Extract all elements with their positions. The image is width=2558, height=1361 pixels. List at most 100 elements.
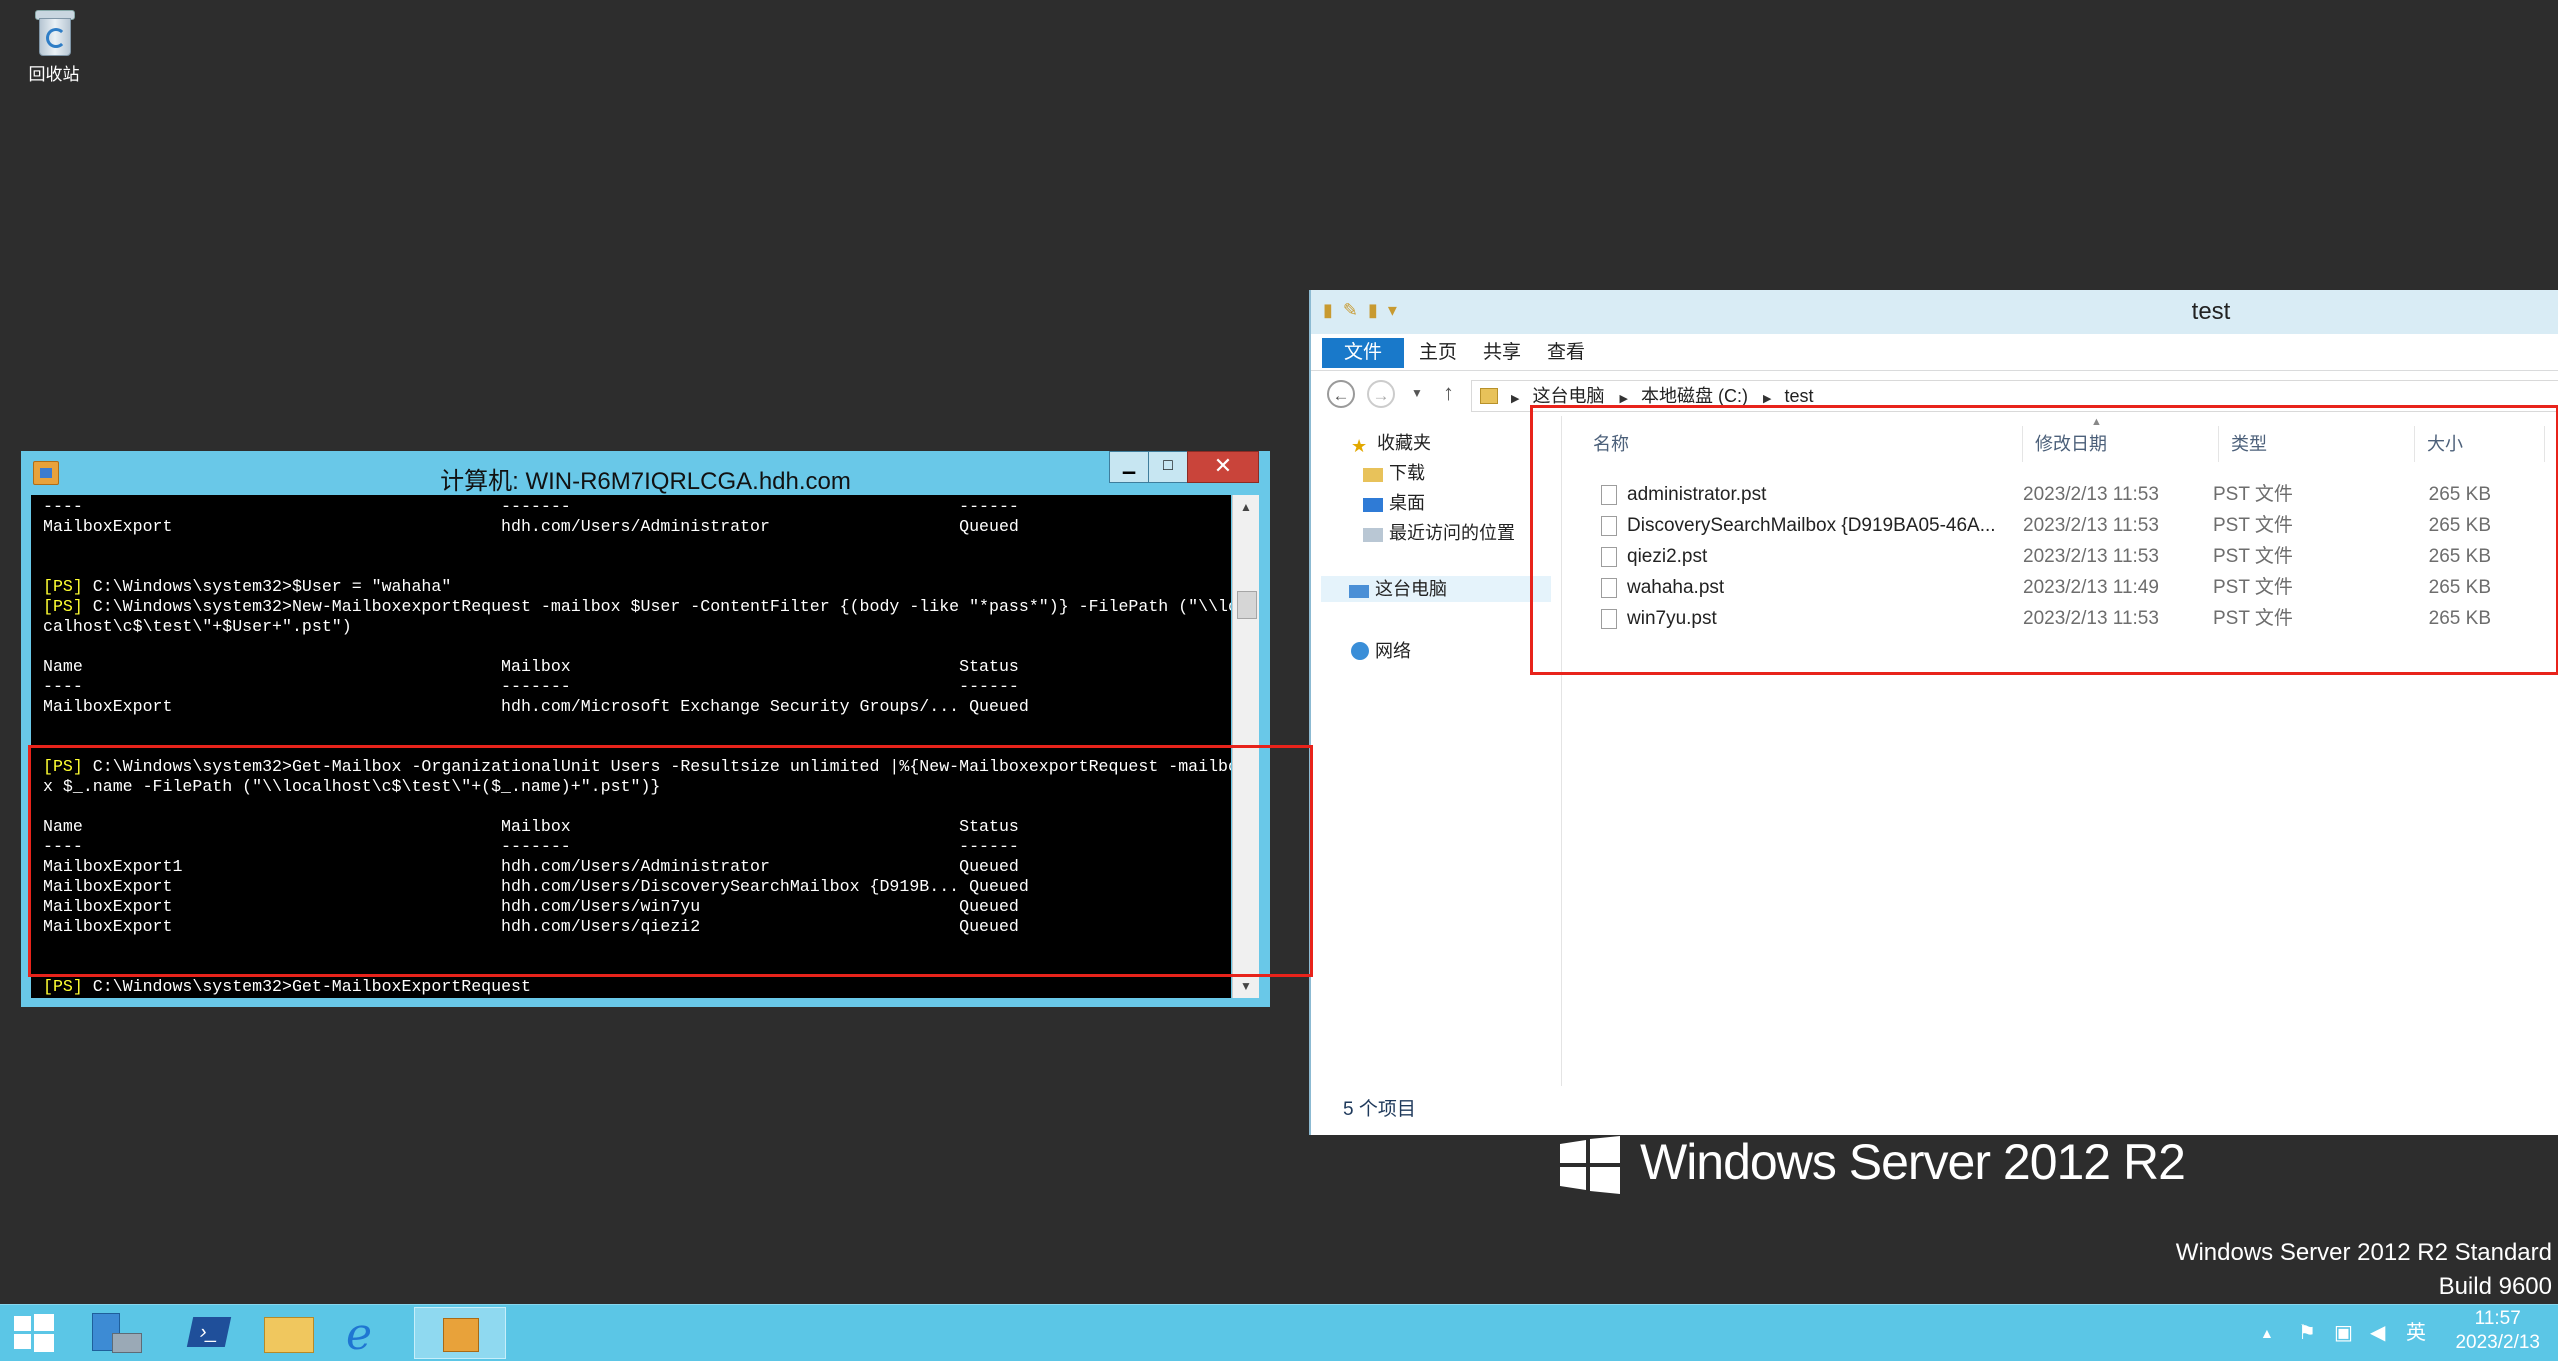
pst-file-icon	[1601, 516, 1617, 536]
file-name: wahaha.pst	[1627, 577, 1725, 598]
file-name: administrator.pst	[1627, 484, 1767, 505]
recycle-bin-icon	[35, 6, 75, 56]
file-explorer-icon	[264, 1317, 314, 1353]
volume-icon[interactable]: ◀	[2370, 1305, 2385, 1361]
computer-icon	[1349, 585, 1369, 598]
nav-network[interactable]: 网络	[1351, 638, 1411, 664]
clock-time: 11:57	[2474, 1308, 2521, 1329]
address-bar[interactable]: ▶ 这台电脑 ▶ 本地磁盘 (C:) ▶ test	[1471, 380, 2558, 412]
powershell-window[interactable]: 计算机: WIN-R6M7IQRLCGA.hdh.com ▁ □ ✕ ---- …	[21, 451, 1270, 1007]
start-button[interactable]	[0, 1307, 70, 1359]
tab-share[interactable]: 共享	[1483, 340, 1521, 366]
file-name: qiezi2.pst	[1627, 546, 1708, 567]
ime-indicator[interactable]: 英	[2406, 1305, 2426, 1361]
column-header-type[interactable]: 类型	[2219, 426, 2415, 462]
nav-recent[interactable]: 最近访问的位置	[1363, 520, 1515, 546]
recycle-bin-label: 回收站	[28, 65, 80, 84]
breadcrumb-local-disk[interactable]: 本地磁盘 (C:)	[1641, 381, 1748, 411]
breadcrumb-test[interactable]: test	[1785, 381, 1814, 411]
taskbar-file-explorer[interactable]	[246, 1307, 338, 1359]
file-size: 265 KB	[2428, 546, 2491, 567]
explorer-titlebar[interactable]: ▮✎▮▾ test	[1311, 290, 2558, 334]
system-clock[interactable]: 11:57 2023/2/13	[2455, 1307, 2540, 1355]
file-name: DiscoverySearchMailbox {D919BA05-46A...	[1627, 515, 1996, 536]
file-name: win7yu.pst	[1627, 608, 1717, 629]
nav-downloads[interactable]: 下载	[1363, 460, 1425, 486]
console-text: MailboxExport1 hdh.com/Users/Administrat…	[43, 857, 1019, 876]
powershell-title: 计算机: WIN-R6M7IQRLCGA.hdh.com	[440, 468, 851, 495]
console-scrollbar[interactable]: ▲ ▼	[1232, 495, 1259, 998]
pst-file-icon	[1601, 547, 1617, 567]
nav-favorites[interactable]: ★ 收藏夹	[1351, 430, 1431, 456]
breadcrumb-this-pc[interactable]: 这台电脑	[1533, 381, 1605, 411]
taskbar-powershell[interactable]: ›_	[164, 1307, 256, 1359]
console-output[interactable]: ---- ------- ------ MailboxExport hdh.com…	[31, 495, 1231, 998]
folder-icon	[1480, 388, 1498, 404]
build-number: Build 9600	[2438, 1273, 2552, 1300]
column-header-name[interactable]: 名称	[1581, 426, 2023, 462]
up-arrow-icon[interactable]: ↑	[1443, 380, 1454, 406]
nav-this-pc[interactable]: 这台电脑	[1321, 576, 1551, 602]
navigation-pane: ★ 收藏夹 下载 桌面 最近访问的位置 这台电脑 网络	[1311, 416, 1562, 1086]
file-row[interactable]: administrator.pst 2023/2/13 11:53 PST 文件 26…	[1561, 479, 2558, 510]
scroll-down-icon[interactable]: ▼	[1233, 974, 1259, 998]
network-status-icon[interactable]: ▣	[2334, 1305, 2353, 1361]
console-text: Name Mailbox Status	[43, 657, 1019, 676]
recycle-bin-shortcut[interactable]: 回收站	[18, 6, 90, 85]
file-size: 265 KB	[2428, 608, 2491, 629]
taskbar-server-manager[interactable]	[72, 1307, 164, 1359]
column-header-date[interactable]: 修改日期	[2023, 426, 2219, 462]
explorer-window[interactable]: ▮✎▮▾ test 文件 主页 共享 查看 ← → ▼ ↑ ▶ 这台电脑 ▶ 本…	[1309, 290, 2558, 1135]
close-button[interactable]: ✕	[1187, 451, 1259, 483]
pst-file-icon	[1601, 609, 1617, 629]
console-text: calhost\c$\test\"+$User+".pst")	[43, 617, 352, 636]
console-line: MailboxExport hdh.com/Users/Administrato…	[43, 517, 1019, 537]
recent-locations-icon[interactable]: ▼	[1411, 386, 1423, 400]
console-text: MailboxExport hdh.com/Users/win7yu Queue…	[43, 897, 1019, 916]
console-text: MailboxExport hdh.com/Users/Administrato…	[43, 517, 1019, 536]
action-center-icon[interactable]: ⚑	[2298, 1305, 2316, 1361]
console-text: C:\Windows\system32>New-MailboxexportReq…	[82, 597, 1231, 616]
scroll-thumb[interactable]	[1237, 591, 1257, 619]
tab-file[interactable]: 文件	[1322, 338, 1404, 368]
minimize-button[interactable]: ▁	[1109, 451, 1149, 483]
file-row[interactable]: qiezi2.pst 2023/2/13 11:53 PST 文件 265 KB	[1561, 541, 2558, 572]
taskbar-internet-explorer[interactable]: e	[328, 1307, 420, 1360]
file-row[interactable]: DiscoverySearchMailbox {D919BA05-46A... 2…	[1561, 510, 2558, 541]
clock-date: 2023/2/13	[2455, 1332, 2540, 1353]
show-hidden-icons-button[interactable]: ▲	[2260, 1305, 2274, 1361]
back-button[interactable]: ←	[1327, 380, 1355, 408]
file-row[interactable]: win7yu.pst 2023/2/13 11:53 PST 文件 265 KB	[1561, 603, 2558, 634]
star-icon: ★	[1351, 436, 1368, 456]
ps-prompt: [PS]	[43, 597, 83, 616]
file-row[interactable]: wahaha.pst 2023/2/13 11:49 PST 文件 265 KB	[1561, 572, 2558, 603]
edition-name: Windows Server 2012 R2 Standard	[2175, 1239, 2552, 1266]
tab-view[interactable]: 查看	[1547, 340, 1585, 366]
scroll-up-icon[interactable]: ▲	[1233, 495, 1259, 519]
pst-file-icon	[1601, 578, 1617, 598]
pst-file-icon	[1601, 485, 1617, 505]
product-name: Windows Server 2012 R2	[1640, 1134, 2186, 1190]
powershell-titlebar[interactable]: 计算机: WIN-R6M7IQRLCGA.hdh.com ▁ □ ✕	[21, 451, 1270, 495]
column-header-size[interactable]: 大小	[2415, 426, 2545, 462]
console-text: C:\Windows\system32>Get-Mailbox -Organiz…	[82, 757, 1231, 776]
console-line: MailboxExport hdh.com/Users/qiezi2 Queue…	[43, 917, 1019, 937]
console-line: Name Mailbox Status	[43, 657, 1019, 677]
ps-prompt: [PS]	[43, 577, 83, 596]
console-text: MailboxExport hdh.com/Users/DiscoverySea…	[43, 877, 1029, 896]
file-size: 265 KB	[2428, 577, 2491, 598]
internet-explorer-icon: e	[346, 1309, 373, 1360]
console-line: ---- ------- ------	[43, 497, 1019, 517]
ps-prompt: [PS]	[43, 757, 83, 776]
tab-home[interactable]: 主页	[1419, 340, 1457, 366]
console-line: calhost\c$\test\"+$User+".pst")	[43, 617, 352, 637]
maximize-button[interactable]: □	[1148, 451, 1188, 483]
file-date: 2023/2/13 11:53	[2023, 546, 2159, 567]
taskbar-remote-powershell[interactable]	[414, 1307, 506, 1359]
powershell-icon: ›_	[186, 1317, 232, 1347]
nav-desktop[interactable]: 桌面	[1363, 490, 1425, 516]
file-type: PST 文件	[2213, 546, 2293, 567]
console-line: [PS] C:\Windows\system32>Get-Mailbox -Or…	[43, 757, 1231, 777]
forward-button[interactable]: →	[1367, 380, 1395, 408]
console-line: [PS] C:\Windows\system32>$User = "wahaha…	[43, 577, 451, 597]
